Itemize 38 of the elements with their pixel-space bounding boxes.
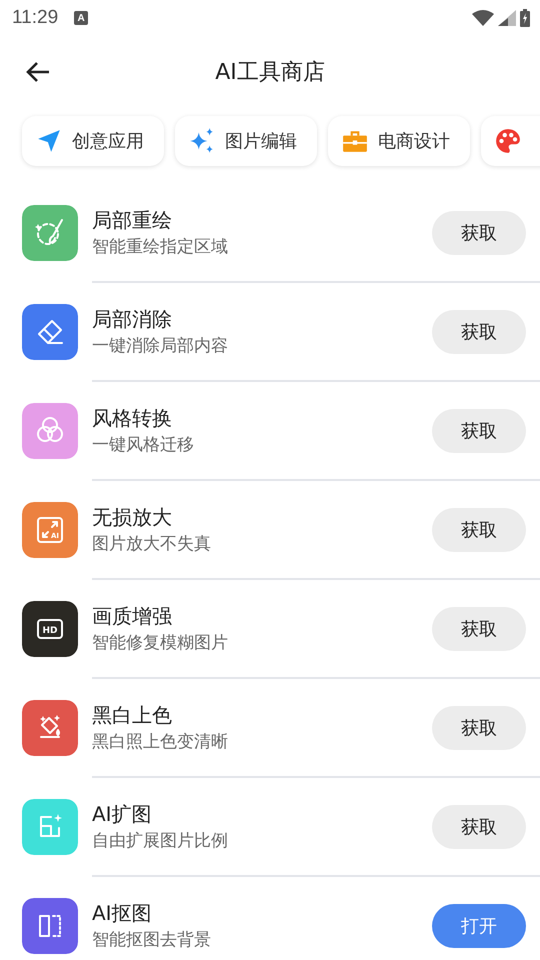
- tool-description: 自由扩展图片比例: [92, 830, 229, 852]
- category-chip[interactable]: 电商设计: [328, 116, 470, 166]
- get-button[interactable]: 获取: [432, 804, 526, 848]
- tool-name: 局部消除: [92, 306, 173, 333]
- tool-name: 黑白上色: [92, 702, 173, 729]
- navigation-arrow-icon: [36, 128, 62, 154]
- notification-icon: A: [74, 11, 88, 25]
- tool-name: AI扩图: [92, 801, 153, 828]
- tool-name: 无损放大: [92, 504, 173, 531]
- signal-icon: [498, 10, 516, 26]
- tool-description: 黑白照上色变清晰: [92, 731, 229, 753]
- palette-icon: [495, 128, 521, 154]
- get-button[interactable]: 获取: [432, 706, 526, 750]
- tool-description: 一键消除局部内容: [92, 335, 229, 357]
- sparkles-icon: [189, 128, 215, 154]
- category-chip[interactable]: 创意应用: [22, 116, 164, 166]
- tool-description: 智能抠图去背景: [92, 929, 212, 951]
- tool-description: 图片放大不失真: [92, 533, 212, 555]
- tool-name: AI抠图: [92, 900, 153, 927]
- tool-description: 智能修复模糊图片: [92, 632, 229, 654]
- tool-name: 画质增强: [92, 603, 173, 630]
- tool-name: 局部重绘: [92, 207, 173, 234]
- get-button[interactable]: 获取: [432, 606, 526, 650]
- get-button[interactable]: 获取: [432, 408, 526, 452]
- tool-name: 风格转换: [92, 405, 173, 432]
- status-time: 11:29: [12, 7, 58, 29]
- hd-icon: HD: [22, 600, 78, 656]
- open-button[interactable]: 打开: [432, 904, 526, 948]
- get-button[interactable]: 获取: [432, 210, 526, 254]
- tool-description: 一键风格迁移: [92, 434, 195, 456]
- battery-icon: [520, 9, 530, 27]
- category-chip[interactable]: 图片编辑: [175, 116, 317, 166]
- get-button[interactable]: 获取: [432, 508, 526, 552]
- tool-description: 智能重绘指定区域: [92, 236, 229, 258]
- wifi-icon: [472, 10, 494, 26]
- page-title: AI工具商店: [215, 60, 325, 85]
- get-button[interactable]: 获取: [432, 310, 526, 354]
- back-arrow-icon: [25, 61, 51, 83]
